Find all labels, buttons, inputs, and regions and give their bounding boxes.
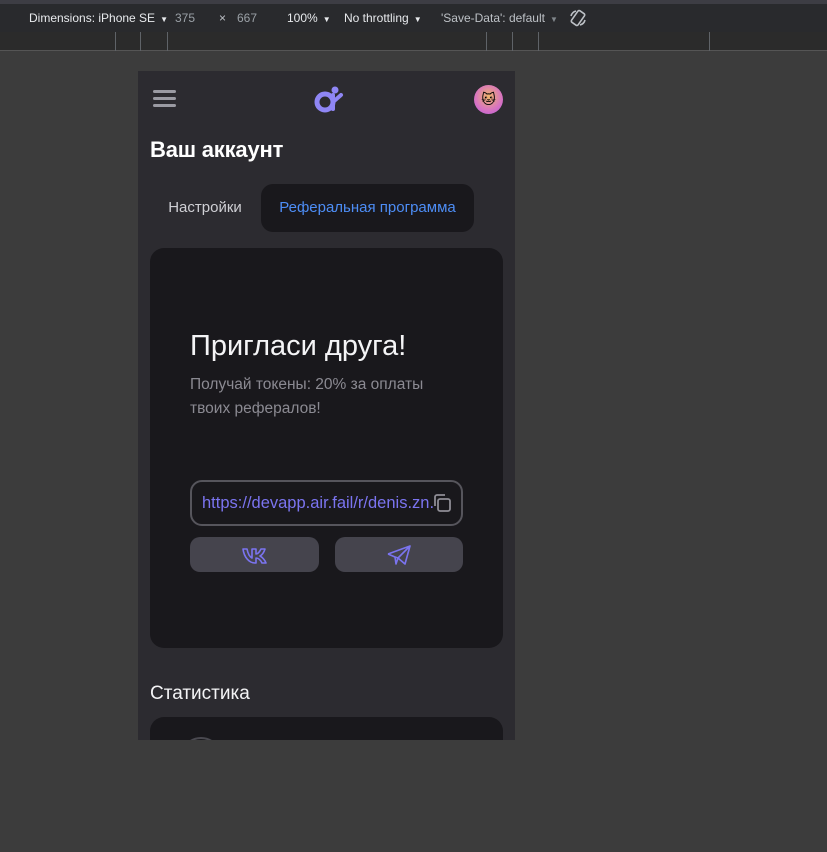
page-title: Ваш аккаунт (150, 137, 284, 162)
invite-card: Пригласи друга! Получай токены: 20% за о… (150, 248, 503, 648)
stats-title: Статистика (150, 683, 250, 704)
telegram-icon (387, 544, 411, 565)
caret-down-icon: ▼ (413, 15, 422, 24)
rotate-icon[interactable] (568, 8, 588, 28)
stats-card (150, 717, 503, 740)
ruler-tick[interactable] (115, 32, 116, 51)
avatar-emoji: 🐱 (481, 91, 496, 107)
ruler-tick[interactable] (486, 32, 487, 51)
dimensions-dropdown[interactable]: Dimensions: iPhone SE ▼ (29, 11, 168, 25)
invite-title: Пригласи друга! (190, 330, 407, 362)
device-viewport: 🐱 Ваш аккаунт Настройки Реферальная прог… (138, 71, 515, 740)
throttling-dropdown[interactable]: No throttling ▼ (344, 11, 422, 25)
referral-link[interactable]: https://devapp.air.fail/r/denis.zn.l (202, 494, 434, 513)
share-telegram-button[interactable] (335, 537, 463, 572)
width-input[interactable]: 375 (175, 11, 195, 25)
caret-down-icon: ▼ (549, 15, 558, 24)
ruler-tick[interactable] (140, 32, 141, 51)
dimensions-label: Dimensions: iPhone SE (29, 11, 156, 25)
zoom-dropdown[interactable]: 100% ▼ (287, 11, 331, 25)
caret-down-icon: ▼ (160, 15, 168, 24)
vk-icon (241, 547, 267, 564)
save-data-label: 'Save-Data': default (441, 11, 545, 25)
tab-settings[interactable]: Настройки (150, 184, 260, 232)
hamburger-icon[interactable] (153, 89, 177, 107)
tab-referral-program[interactable]: Реферальная программа (261, 184, 474, 232)
app-header: 🐱 (138, 71, 515, 127)
invite-description: Получай токены: 20% за оплаты твоих рефе… (190, 376, 424, 417)
ruler-tick[interactable] (512, 32, 513, 51)
copy-icon[interactable] (431, 492, 453, 514)
media-query-ruler (0, 32, 827, 51)
save-data-dropdown[interactable]: 'Save-Data': default ▼ (441, 11, 558, 25)
devtools-device-toolbar: Dimensions: iPhone SE ▼ 375 × 667 100% ▼ N… (0, 0, 827, 32)
avatar[interactable]: 🐱 (474, 85, 503, 114)
referral-link-field[interactable]: https://devapp.air.fail/r/denis.zn.l (190, 480, 463, 526)
ruler-tick[interactable] (538, 32, 539, 51)
times-separator: × (219, 11, 227, 25)
app-logo-icon[interactable] (311, 85, 345, 115)
throttling-label: No throttling (344, 11, 409, 25)
stats-icon (180, 737, 222, 740)
caret-down-icon: ▼ (322, 15, 331, 24)
ruler-tick[interactable] (709, 32, 710, 51)
share-vk-button[interactable] (190, 537, 319, 572)
height-input[interactable]: 667 (237, 11, 257, 25)
ruler-tick[interactable] (167, 32, 168, 51)
zoom-label: 100% (287, 11, 318, 25)
